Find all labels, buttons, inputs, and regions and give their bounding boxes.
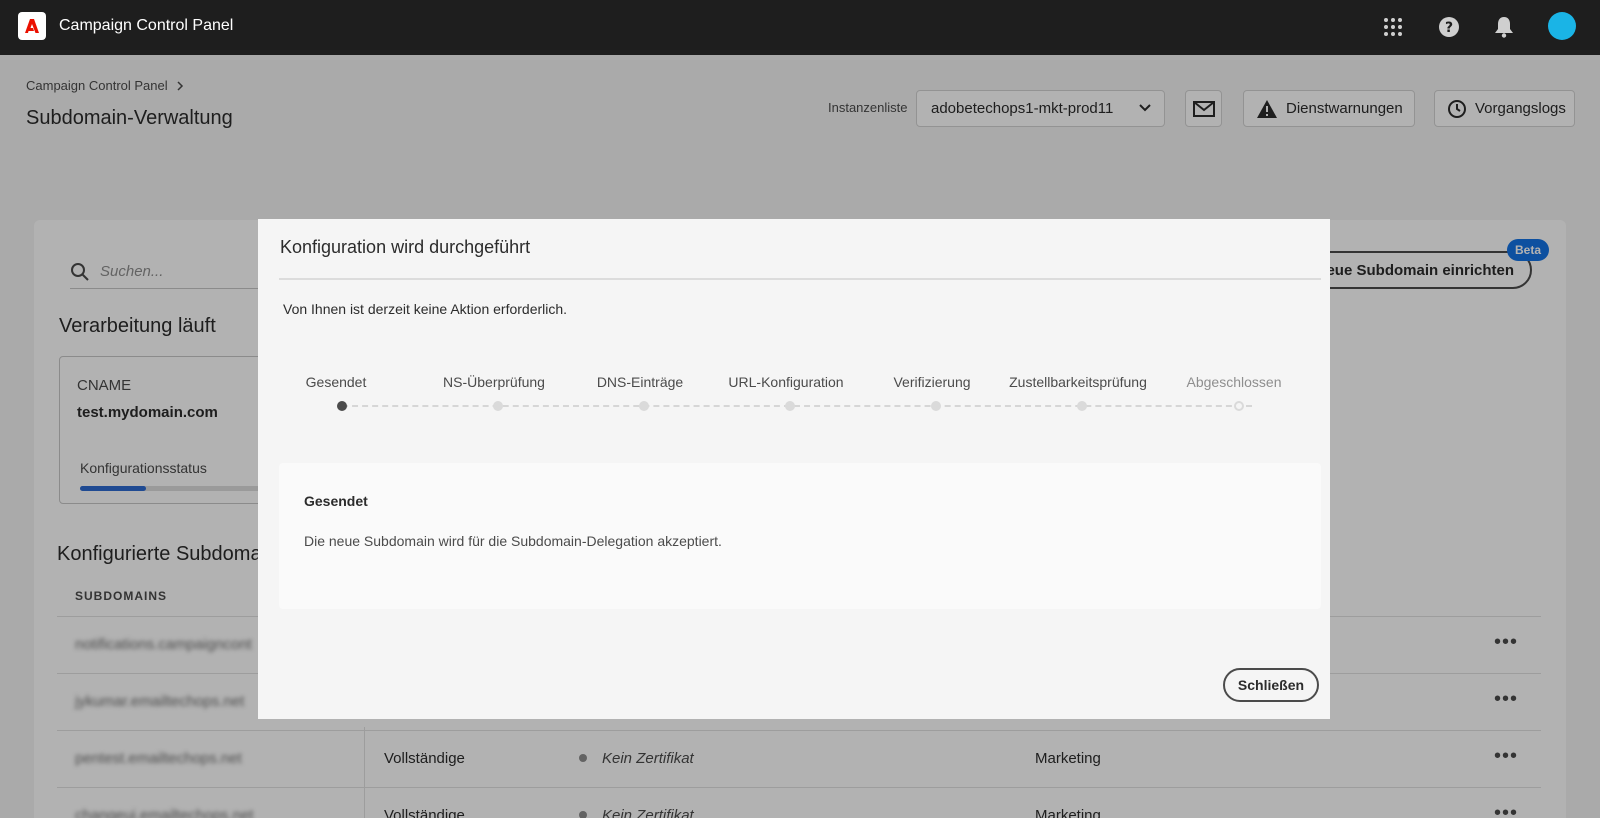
step-label: Verifizierung (893, 374, 971, 390)
modal-divider (279, 278, 1321, 280)
step-label: Zustellbarkeitsprüfung (1009, 374, 1147, 390)
step-detail-title: Gesendet (304, 493, 368, 509)
top-bar: Campaign Control Panel ? (0, 0, 1600, 55)
step-label: Gesendet (305, 374, 367, 390)
close-button[interactable]: Schließen (1223, 668, 1319, 702)
app-title[interactable]: Campaign Control Panel (59, 17, 233, 35)
step-label: DNS-Einträge (596, 374, 684, 390)
help-icon[interactable]: ? (1436, 14, 1462, 40)
adobe-logo-icon[interactable] (18, 12, 46, 40)
step-label: URL-Konfiguration (728, 374, 844, 390)
svg-text:?: ? (1445, 20, 1453, 36)
avatar[interactable] (1548, 12, 1576, 40)
step-dot (493, 401, 503, 411)
step-label: Abgeschlossen (1186, 374, 1282, 390)
step-dot (639, 401, 649, 411)
step-detail-text: Die neue Subdomain wird für die Subdomai… (304, 533, 722, 549)
step-dot (1077, 401, 1087, 411)
step-dot (931, 401, 941, 411)
step-label: NS-Überprüfung (443, 374, 545, 390)
modal-title: Konfiguration wird durchgeführt (280, 237, 531, 257)
step-dot (785, 401, 795, 411)
configuration-modal: Konfiguration wird durchgeführt Von Ihne… (258, 219, 1330, 719)
stepper-track (342, 405, 1252, 407)
apps-grid-icon[interactable] (1380, 14, 1406, 40)
modal-info-text: Von Ihnen ist derzeit keine Aktion erfor… (283, 301, 568, 317)
step-detail-panel: Gesendet Die neue Subdomain wird für die… (279, 463, 1321, 609)
notification-bell-icon[interactable] (1491, 14, 1517, 40)
step-dot (1234, 401, 1244, 411)
step-dot (337, 401, 347, 411)
